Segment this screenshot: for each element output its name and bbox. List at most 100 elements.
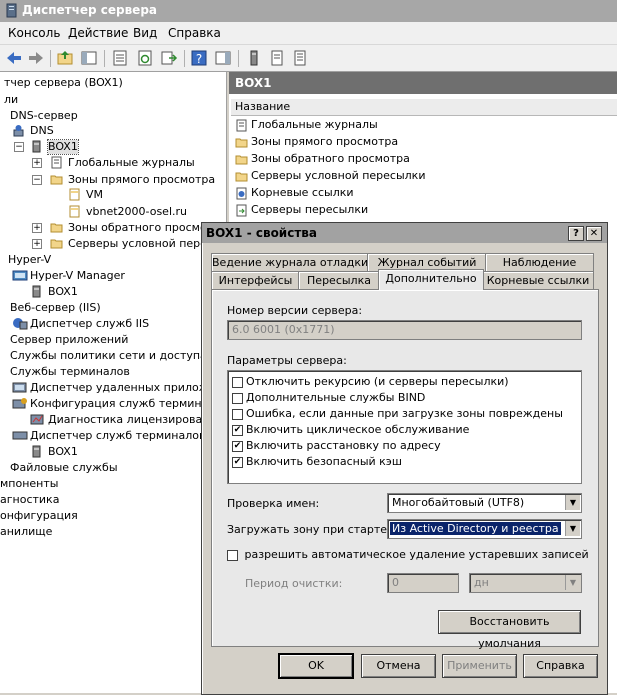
properties-icon[interactable] xyxy=(111,49,129,67)
tree-node[interactable]: тчер сервера (BOX1) xyxy=(4,76,123,90)
checkbox-unchecked[interactable] xyxy=(232,392,243,404)
export-icon[interactable] xyxy=(160,49,178,67)
help-icon[interactable]: ? xyxy=(190,49,208,67)
chevron-down-icon[interactable]: ▼ xyxy=(565,521,580,536)
checkbox-checked[interactable]: ✔ xyxy=(232,440,243,452)
toolbar: ? xyxy=(0,45,617,72)
action-pane-icon[interactable] xyxy=(214,49,232,67)
name-check-select[interactable]: Многобайтовый (UTF8) ▼ xyxy=(387,493,582,513)
tab-forwarders[interactable]: Пересылка xyxy=(298,271,380,289)
server-option-item[interactable]: Отключить рекурсию (и серверы пересылки) xyxy=(232,375,509,388)
tree-node[interactable]: Серверы условной пересы xyxy=(68,237,222,251)
tree-node[interactable]: DNS-сервер xyxy=(10,109,78,123)
option-label: Ошибка, если данные при загрузке зоны по… xyxy=(246,407,563,420)
server-icon[interactable] xyxy=(245,49,263,67)
reset-defaults-button[interactable]: Восстановить умолчания xyxy=(438,610,581,650)
list-item[interactable]: Корневые ссылки xyxy=(251,186,354,199)
checkbox-checked[interactable]: ✔ xyxy=(232,424,243,436)
tree-node[interactable]: Диспетчер служб IIS xyxy=(30,317,149,331)
tree-node[interactable]: Hyper-V xyxy=(8,253,51,267)
tree-node[interactable]: BOX1 xyxy=(47,139,79,155)
tree-node[interactable]: Диагностика лицензирования xyxy=(48,413,223,427)
list-icon[interactable] xyxy=(291,49,309,67)
tab-root-hints[interactable]: Корневые ссылки xyxy=(482,271,594,289)
server-options-list[interactable]: Отключить рекурсию (и серверы пересылки)… xyxy=(227,370,582,484)
period-unit-select: дн ▼ xyxy=(469,573,582,593)
tree-node[interactable]: Службы политики сети и доступа xyxy=(10,349,207,363)
apply-button[interactable]: Применить xyxy=(442,654,517,678)
tree-node[interactable]: Сервер приложений xyxy=(10,333,128,347)
ok-button[interactable]: OK xyxy=(278,653,354,679)
tree-node[interactable]: Зоны прямого просмотра xyxy=(68,173,215,187)
scavenging-checkbox[interactable] xyxy=(227,549,238,561)
server-icon xyxy=(30,140,43,156)
menu-view[interactable]: Вид xyxy=(133,26,157,40)
period-label: Период очистки: xyxy=(245,577,343,590)
back-arrow-icon[interactable] xyxy=(5,49,23,67)
tree-node[interactable]: BOX1 xyxy=(48,445,78,459)
tree-node[interactable]: vbnet2000-osel.ru xyxy=(86,205,187,219)
scavenging-checkbox-row[interactable]: разрешить автоматическое удаление устаре… xyxy=(227,548,589,561)
option-label: Включить расстановку по адресу xyxy=(246,439,441,452)
tree-node[interactable]: Веб-сервер (IIS) xyxy=(10,301,101,315)
tree-node[interactable]: Hyper-V Manager xyxy=(30,269,125,283)
forward-arrow-icon[interactable] xyxy=(27,49,45,67)
tree-node[interactable]: Файловые службы xyxy=(10,461,118,475)
cancel-button[interactable]: Отмена xyxy=(361,654,436,678)
dialog-help-button[interactable]: ? xyxy=(568,226,584,241)
checkbox-unchecked[interactable] xyxy=(232,376,243,388)
list-item[interactable]: Глобальные журналы xyxy=(251,118,378,131)
server-option-item[interactable]: ✔ Включить расстановку по адресу xyxy=(232,439,441,452)
option-label: Отключить рекурсию (и серверы пересылки) xyxy=(246,375,509,388)
menu-action[interactable]: Действие xyxy=(68,26,128,40)
expand-icon[interactable]: + xyxy=(32,223,42,233)
log-icon[interactable] xyxy=(268,49,286,67)
tree-node[interactable]: DNS xyxy=(30,124,54,138)
expand-icon[interactable]: + xyxy=(32,158,42,168)
tree-node[interactable]: Конфигурация служб терминалов xyxy=(30,397,229,411)
tree-node[interactable]: Диспетчер удаленных приложен xyxy=(30,381,223,395)
help-button[interactable]: Справка xyxy=(523,654,598,678)
menu-console[interactable]: Консоль xyxy=(8,26,60,40)
list-item[interactable]: Серверы условной пересылки xyxy=(251,169,425,182)
column-header-name[interactable]: Название xyxy=(231,98,617,116)
tree-node[interactable]: Диспетчер служб терминалов xyxy=(30,429,205,443)
ts-config-icon xyxy=(12,397,28,413)
tree-node[interactable]: VM xyxy=(86,188,103,202)
server-option-item[interactable]: Дополнительные службы BIND xyxy=(232,391,425,404)
expand-icon[interactable]: + xyxy=(32,239,42,249)
show-hide-tree-icon[interactable] xyxy=(80,49,98,67)
checkbox-unchecked[interactable] xyxy=(232,408,243,420)
server-option-item[interactable]: Ошибка, если данные при загрузке зоны по… xyxy=(232,407,563,420)
server-option-item[interactable]: ✔ Включить безопасный кэш xyxy=(232,455,402,468)
menu-help[interactable]: Справка xyxy=(168,26,221,40)
window-titlebar: Диспетчер сервера xyxy=(0,0,617,22)
server-option-item[interactable]: ✔ Включить циклическое обслуживание xyxy=(232,423,469,436)
log-icon xyxy=(235,119,248,135)
tree-node[interactable]: BOX1 xyxy=(48,285,78,299)
refresh-icon[interactable] xyxy=(136,49,154,67)
tree-node[interactable]: Службы терминалов xyxy=(10,365,130,379)
chevron-down-icon[interactable]: ▼ xyxy=(565,495,580,510)
server-manager-icon xyxy=(6,3,17,18)
checkbox-checked[interactable]: ✔ xyxy=(232,456,243,468)
tree-node[interactable]: мпоненты xyxy=(0,477,58,491)
collapse-icon[interactable]: − xyxy=(32,175,42,185)
tree-node[interactable]: ли xyxy=(4,93,18,107)
tab-monitoring[interactable]: Наблюдение xyxy=(485,253,594,271)
tab-interfaces[interactable]: Интерфейсы xyxy=(211,271,300,289)
tree-node[interactable]: онфигурация xyxy=(0,509,78,523)
tree-node[interactable]: анилище xyxy=(0,525,52,539)
dialog-close-button[interactable]: ✕ xyxy=(586,226,602,241)
column-header-label: Название xyxy=(235,100,291,113)
list-item[interactable]: Зоны обратного просмотра xyxy=(251,152,410,165)
load-zone-select[interactable]: Из Active Directory и реестра ▼ xyxy=(387,519,582,539)
collapse-icon[interactable]: − xyxy=(14,142,24,152)
tab-advanced[interactable]: Дополнительно xyxy=(378,269,484,290)
up-folder-icon[interactable] xyxy=(56,49,74,67)
tab-debug-logging[interactable]: Ведение журнала отладки xyxy=(211,253,369,271)
tree-node[interactable]: агностика xyxy=(0,493,59,507)
tree-node[interactable]: Глобальные журналы xyxy=(68,156,195,170)
list-item[interactable]: Серверы пересылки xyxy=(251,203,368,216)
list-item[interactable]: Зоны прямого просмотра xyxy=(251,135,398,148)
